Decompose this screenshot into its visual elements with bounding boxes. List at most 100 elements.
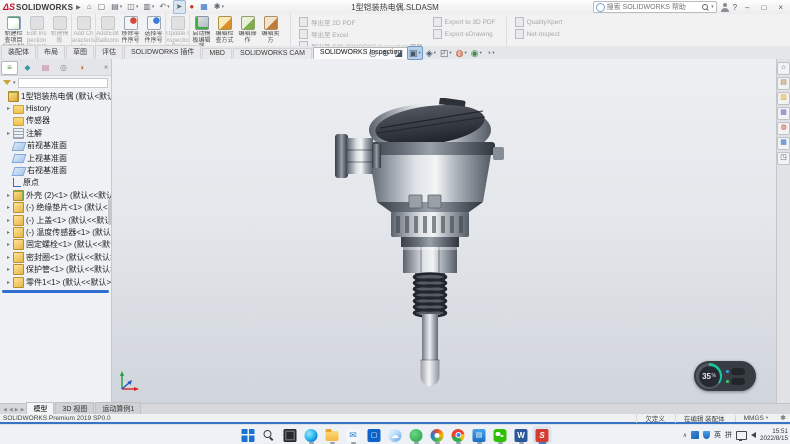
status-item[interactable]: 欠定义: [636, 413, 675, 423]
taskbar-app-button[interactable]: S: [533, 426, 552, 444]
feature-tree-item[interactable]: ▸ 外壳 (2)<1> (默认<<默认>_显示状: [0, 189, 111, 201]
taskbar-app-button[interactable]: ▢: [365, 426, 384, 444]
feature-tree-item[interactable]: ▸ 零件2<1> (默认<<默认>_显示状: [0, 288, 111, 289]
graphics-viewport[interactable]: 35%: [112, 59, 776, 403]
forum-icon[interactable]: ◳: [777, 152, 790, 165]
feature-tree-item[interactable]: ▸ 密封圈<1> (默认<<默认>_显示状: [0, 251, 111, 263]
quick-access-button[interactable]: ▦: [198, 1, 211, 13]
taskbar-app-button[interactable]: ✉: [344, 426, 363, 444]
feature-tree-item[interactable]: 1型铠装热电偶 (默认<默认>_显示状态-1: [0, 90, 111, 102]
ribbon-button[interactable]: Add Characteristic: [71, 14, 95, 46]
recorder-button-2[interactable]: [731, 378, 745, 385]
export-button[interactable]: 导出至 2D PDF: [299, 17, 423, 27]
ribbon-button[interactable]: 编辑卖方: [259, 14, 282, 46]
quick-access-button[interactable]: ▥▾: [141, 1, 156, 13]
screen-recorder-widget[interactable]: 35%: [694, 361, 756, 391]
feature-tree-item[interactable]: 右视基准面: [0, 164, 111, 176]
tray-volume-icon[interactable]: [751, 432, 756, 438]
taskbar-app-button[interactable]: ☁: [386, 426, 405, 444]
commandmanager-tab[interactable]: MBD: [202, 48, 232, 59]
taskbar-app-button[interactable]: [449, 426, 468, 444]
help-search-box[interactable]: ▾: [593, 1, 717, 13]
user-account-icon[interactable]: [721, 3, 729, 12]
taskbar-app-button[interactable]: [407, 426, 426, 444]
dimxpertmanager-tab[interactable]: ◎: [55, 61, 72, 75]
zoom-to-fit-icon[interactable]: ◎: [368, 47, 379, 59]
taskbar-clock[interactable]: 15:51 2022/8/15: [760, 428, 788, 442]
feature-tree-item[interactable]: ▸ 固定螺栓<1> (默认<<默认>_显示: [0, 239, 111, 251]
ribbon-button[interactable]: Edit Inspection Project: [25, 14, 48, 46]
taskbar-app-button[interactable]: [323, 426, 342, 444]
ribbon-button[interactable]: 编辑检查方式: [213, 14, 236, 46]
feature-tree-item[interactable]: ▸ (-) 上盖<1> (默认<<默认>_显示状: [0, 214, 111, 226]
export-button[interactable]: Net-Inspect: [515, 29, 563, 39]
recorder-button-1[interactable]: [731, 368, 745, 375]
tray-network-icon[interactable]: [736, 431, 747, 440]
ribbon-button[interactable]: 启动模板编辑器: [189, 14, 213, 46]
quick-access-button[interactable]: ●: [187, 1, 197, 13]
feature-tree-item[interactable]: 上视基准面: [0, 152, 111, 164]
export-button[interactable]: Export eDrawing: [433, 29, 496, 39]
feature-tree-item[interactable]: ▸ 保护管<1> (默认<<默认>_显示状: [0, 263, 111, 275]
propertymanager-tab[interactable]: ◆: [19, 61, 36, 75]
export-button[interactable]: Export to 3D PDF: [433, 17, 496, 27]
tray-chevron-icon[interactable]: ∧: [683, 432, 687, 439]
feature-tree-item[interactable]: ▸ (-) 绝缘垫片<1> (默认<<默认>_显: [0, 202, 111, 214]
featuremanager-tab[interactable]: ≡: [1, 61, 18, 75]
commandmanager-tab[interactable]: 草图: [66, 45, 94, 59]
export-button[interactable]: 导出至 Excel: [299, 29, 423, 39]
ime-pinyin-indicator[interactable]: 拼: [725, 430, 732, 440]
file-explorer-icon[interactable]: ▥: [777, 92, 790, 105]
feature-tree-item[interactable]: 传感器: [0, 115, 111, 127]
feature-tree-item[interactable]: 前视基准面: [0, 140, 111, 152]
commandmanager-tab[interactable]: 装配体: [1, 45, 36, 59]
taskbar-app-button[interactable]: [281, 426, 300, 444]
apply-scene-icon[interactable]: ◉▾: [470, 47, 483, 59]
task-pane-home-icon[interactable]: ⌂: [777, 62, 790, 75]
status-item[interactable]: MMGS▾: [735, 415, 777, 422]
quick-access-button[interactable]: ▤▾: [109, 1, 124, 13]
taskbar-app-button[interactable]: [239, 426, 258, 444]
commandmanager-tab[interactable]: 布局: [37, 45, 65, 59]
quick-access-button[interactable]: ✱▾: [212, 1, 226, 13]
restore-button[interactable]: □: [757, 1, 770, 14]
display-style-icon[interactable]: ◈▾: [425, 47, 437, 59]
help-button[interactable]: ?: [733, 3, 737, 12]
thermocouple-3d-model[interactable]: [335, 98, 505, 393]
hide-show-items-icon[interactable]: ◰▾: [439, 47, 453, 59]
menu-expand-icon[interactable]: ▶: [76, 4, 81, 11]
view-settings-icon[interactable]: ◔▾: [485, 47, 496, 59]
status-item[interactable]: 在编辑 装配体: [675, 413, 735, 423]
ime-english-indicator[interactable]: 英: [714, 430, 721, 440]
feature-tree-item[interactable]: ▸ 注解: [0, 127, 111, 139]
custom-properties-icon[interactable]: ▦: [777, 137, 790, 150]
appearances-scenes-icon[interactable]: ◍: [777, 122, 790, 135]
feature-tree-item[interactable]: ▸ History: [0, 102, 111, 114]
view-palette-icon[interactable]: ▦: [777, 107, 790, 120]
feature-tree-item[interactable]: 原点: [0, 177, 111, 189]
quick-access-button[interactable]: ➤: [173, 0, 187, 14]
quick-access-button[interactable]: ▢: [96, 1, 109, 13]
quick-access-button[interactable]: ⌂: [85, 1, 95, 13]
minimize-button[interactable]: –: [741, 1, 753, 14]
search-input[interactable]: [607, 3, 700, 12]
close-button[interactable]: ×: [774, 1, 787, 14]
tree-filter-input[interactable]: [18, 78, 108, 88]
ribbon-button[interactable]: 移除零件序号: [119, 14, 142, 46]
commandmanager-tab[interactable]: 评估: [95, 45, 123, 59]
section-view-icon[interactable]: ◪: [393, 47, 405, 59]
filter-caret-icon[interactable]: ▾: [13, 80, 16, 86]
taskbar-app-button[interactable]: [260, 426, 279, 444]
commandmanager-tab[interactable]: SOLIDWORKS CAM: [233, 48, 312, 59]
quick-access-button[interactable]: ↶▾: [157, 1, 171, 13]
view-orientation-icon[interactable]: ▣▾: [407, 46, 423, 60]
filter-funnel-icon[interactable]: [3, 80, 11, 85]
displaymanager-tab[interactable]: ◑: [73, 61, 90, 75]
edit-appearance-icon[interactable]: ◍▾: [455, 47, 468, 59]
taskbar-app-button[interactable]: [491, 426, 510, 444]
commandmanager-tab[interactable]: SOLIDWORKS 插件: [124, 45, 201, 59]
quick-access-button[interactable]: ◫▾: [125, 1, 140, 13]
taskbar-app-button[interactable]: ▤: [470, 426, 489, 444]
configurationmanager-tab[interactable]: ▤: [37, 61, 54, 75]
ribbon-button[interactable]: 新建检查项目 (amp;N): [2, 14, 25, 46]
